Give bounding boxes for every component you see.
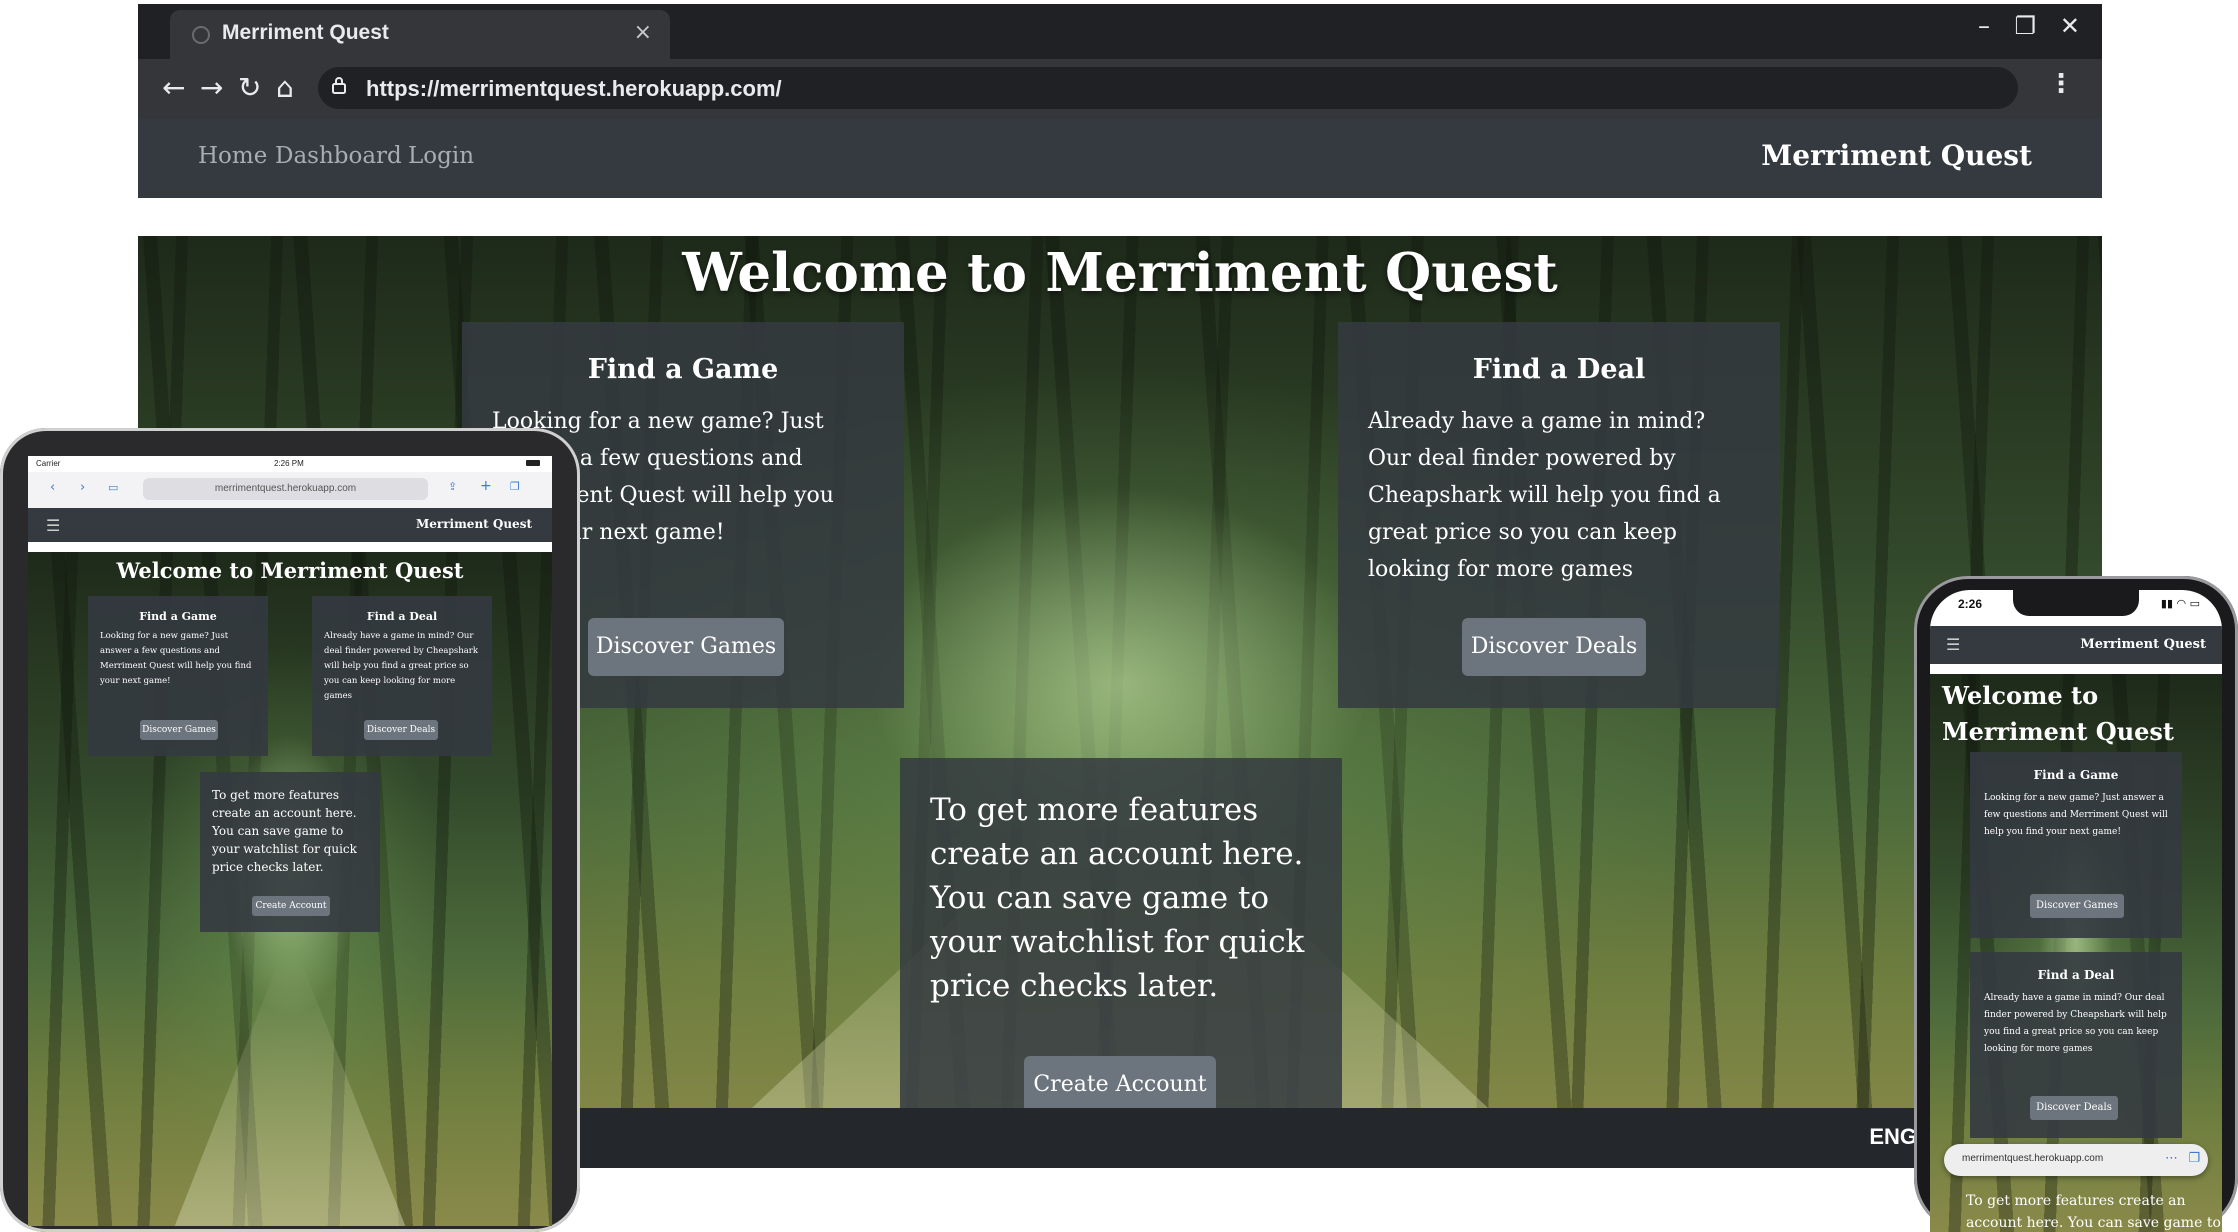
more-options-icon[interactable]: ⋯: [2165, 1151, 2178, 1166]
tablet-discover-deals-button[interactable]: Discover Deals: [364, 720, 438, 740]
tablet-hero: Welcome to Merriment Quest Find a Game L…: [28, 552, 552, 1226]
nav-link-login[interactable]: Login: [408, 143, 474, 169]
phone-find-deal-heading: Find a Deal: [2037, 968, 2115, 982]
page-title: Welcome to Merriment Quest: [682, 242, 1558, 304]
carrier-label: Carrier: [36, 459, 61, 468]
language-indicator[interactable]: ENG: [1869, 1124, 1917, 1150]
tablet-time: 2:26 PM: [274, 459, 304, 468]
site-navbar: Home Dashboard Login Merriment Quest: [138, 119, 2102, 198]
forward-icon[interactable]: →: [200, 71, 223, 104]
browser-toolbar: ← → ↻ ⌂ https://merrimentquest.herokuapp…: [138, 59, 2102, 119]
phone-find-game-text: Looking for a new game? Just answer a fe…: [1984, 793, 2168, 837]
discover-deals-button[interactable]: Discover Deals: [1462, 618, 1646, 676]
lock-icon: [332, 77, 346, 94]
tablet-find-deal-text: Already have a game in mind? Our deal fi…: [324, 631, 479, 701]
close-window-icon[interactable]: ✕: [2060, 12, 2080, 40]
phone-discover-deals-button[interactable]: Discover Deals: [2030, 1096, 2118, 1120]
phone-url-text: merrimentquest.herokuapp.com: [1962, 1153, 2104, 1164]
battery-icon: [526, 460, 540, 466]
phone-screen: 2:26 ▮▮ ◠ ▭ ☰ Merriment Quest Welcome to…: [1930, 590, 2222, 1232]
tabs-icon[interactable]: ❐: [2188, 1151, 2200, 1166]
phone-find-game-heading: Find a Game: [2033, 768, 2119, 782]
signal-wifi-battery-icon: ▮▮ ◠ ▭: [2160, 597, 2200, 610]
phone-bottom-peek: To get more features create an account h…: [1930, 1184, 2222, 1232]
phone-notch: [2013, 590, 2139, 616]
forest-path-background: [174, 956, 406, 1226]
find-deal-text: Already have a game in mind? Our deal fi…: [1368, 409, 1721, 582]
find-game-heading: Find a Game: [587, 354, 779, 385]
tab-strip: Merriment Quest × – ❐ ✕: [138, 4, 2102, 59]
find-deal-card: Find a Deal Already have a game in mind?…: [1338, 322, 1780, 708]
new-tab-icon[interactable]: +: [480, 478, 492, 494]
phone-time: 2:26: [1958, 597, 1983, 611]
browser-tab[interactable]: Merriment Quest ×: [170, 10, 670, 59]
tablet-status-bar: Carrier 2:26 PM: [28, 456, 552, 472]
phone-navbar-brand[interactable]: Merriment Quest: [2080, 637, 2206, 652]
navbar-brand[interactable]: Merriment Quest: [1761, 139, 2032, 172]
nav-link-home[interactable]: Home: [198, 143, 267, 169]
tablet-find-deal-heading: Find a Deal: [366, 610, 438, 623]
find-deal-heading: Find a Deal: [1472, 354, 1646, 385]
phone-navbar: ☰ Merriment Quest: [1930, 626, 2222, 664]
reload-icon[interactable]: ↻: [238, 71, 261, 104]
forward-icon[interactable]: ›: [80, 480, 85, 495]
phone-create-account-text: To get more features create an account h…: [1966, 1193, 2221, 1231]
share-icon[interactable]: ⇪: [448, 480, 457, 493]
tablet-create-account-button[interactable]: Create Account: [252, 896, 330, 916]
back-icon[interactable]: ‹: [50, 480, 55, 495]
url-text: https://merrimentquest.herokuapp.com/: [366, 76, 782, 101]
back-icon[interactable]: ←: [162, 71, 185, 104]
hamburger-menu-icon[interactable]: ☰: [1946, 635, 1960, 654]
tab-close-icon[interactable]: ×: [634, 20, 652, 45]
discover-games-button[interactable]: Discover Games: [588, 618, 784, 676]
tablet-device: Carrier 2:26 PM ‹ › ▭ merrimentquest.her…: [0, 428, 580, 1232]
tablet-url-field[interactable]: merrimentquest.herokuapp.com: [143, 478, 428, 500]
hamburger-menu-icon[interactable]: ☰: [46, 516, 60, 535]
create-account-card: To get more features create an account h…: [900, 758, 1342, 1144]
tab-title: Merriment Quest: [222, 21, 389, 44]
address-bar[interactable]: https://merrimentquest.herokuapp.com/: [318, 67, 2018, 109]
home-icon[interactable]: ⌂: [276, 71, 294, 104]
tablet-discover-games-button[interactable]: Discover Games: [140, 720, 218, 740]
create-account-text: To get more features create an account h…: [930, 792, 1305, 1004]
phone-discover-games-button[interactable]: Discover Games: [2030, 894, 2124, 918]
tablet-find-game-text: Looking for a new game? Just answer a fe…: [100, 631, 252, 686]
tablet-find-deal-card: Find a Deal Already have a game in mind?…: [312, 596, 492, 756]
phone-safari-address-bar[interactable]: merrimentquest.herokuapp.com ⋯ ❐: [1944, 1144, 2208, 1176]
tabs-icon[interactable]: ❐: [510, 480, 520, 493]
tablet-find-game-heading: Find a Game: [139, 610, 217, 623]
nav-link-dashboard[interactable]: Dashboard: [275, 143, 402, 169]
globe-icon: [192, 26, 210, 44]
phone-find-game-card: Find a Game Looking for a new game? Just…: [1970, 752, 2182, 938]
tablet-create-account-card: To get more features create an account h…: [200, 772, 380, 932]
minimize-icon[interactable]: –: [1978, 12, 1990, 40]
tablet-safari-toolbar: ‹ › ▭ merrimentquest.herokuapp.com ⇪ + ❐: [28, 472, 552, 508]
phone-find-deal-text: Already have a game in mind? Our deal fi…: [1984, 993, 2167, 1054]
desktop-browser-window: Merriment Quest × – ❐ ✕ ← → ↻ ⌂ https://…: [138, 4, 2102, 198]
tablet-navbar: ☰ Merriment Quest: [28, 508, 552, 542]
tablet-screen: Carrier 2:26 PM ‹ › ▭ merrimentquest.her…: [28, 456, 552, 1226]
phone-device: 2:26 ▮▮ ◠ ▭ ☰ Merriment Quest Welcome to…: [1914, 576, 2238, 1232]
tablet-create-account-text: To get more features create an account h…: [212, 788, 357, 874]
tablet-find-game-card: Find a Game Looking for a new game? Just…: [88, 596, 268, 756]
tablet-page-title: Welcome to Merriment Quest: [116, 558, 464, 583]
phone-find-deal-card: Find a Deal Already have a game in mind?…: [1970, 952, 2182, 1138]
phone-page-title: Welcome to Merriment Quest: [1942, 681, 2175, 746]
restore-icon[interactable]: ❐: [2014, 12, 2036, 40]
bookmarks-icon[interactable]: ▭: [108, 481, 118, 494]
tablet-navbar-brand[interactable]: Merriment Quest: [416, 517, 532, 531]
more-icon[interactable]: ⋮: [2048, 69, 2074, 99]
create-account-button[interactable]: Create Account: [1024, 1056, 1216, 1114]
